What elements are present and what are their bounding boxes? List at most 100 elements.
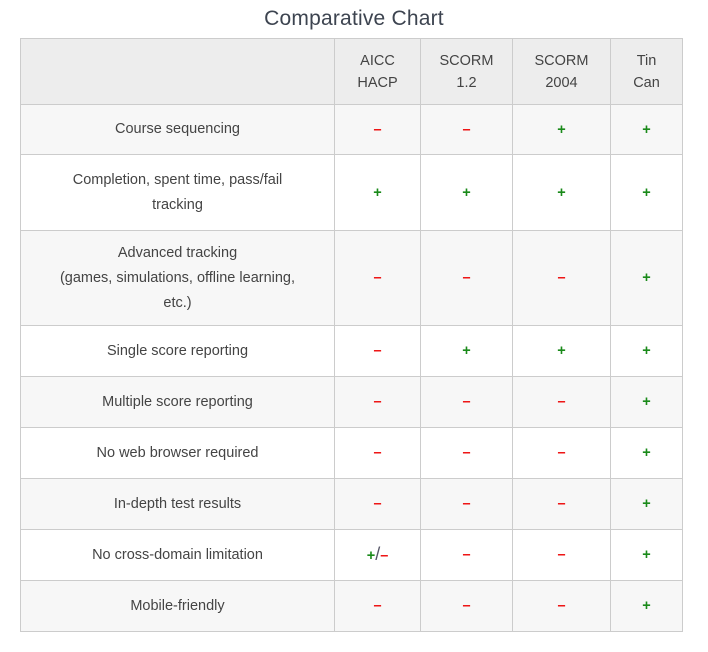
comparison-table-container: AICC HACP SCORM 1.2 SCORM 2004 Tin Can Cours…: [20, 38, 683, 632]
support-cell-scorm-2004: –: [512, 376, 611, 428]
supported-icon: +: [642, 445, 651, 461]
unsupported-icon: –: [373, 270, 382, 286]
unsupported-icon: –: [373, 598, 382, 614]
unsupported-icon: –: [462, 270, 471, 286]
support-cell-scorm-12: +: [420, 154, 513, 231]
support-cell-aicc-hacp: +/–: [334, 529, 421, 581]
table-row: Mobile-friendly – – – +: [20, 580, 683, 632]
support-cell-scorm-12: –: [420, 427, 513, 479]
support-cell-scorm-2004: +: [512, 325, 611, 377]
page-title: Comparative Chart: [264, 7, 444, 30]
support-cell-scorm-2004: –: [512, 230, 611, 326]
comparative-chart-page: Comparative Chart AICC HACP SCORM 1.2 SCOR…: [0, 0, 708, 652]
supported-icon: +: [642, 184, 651, 201]
support-cell-tin-can: +: [610, 478, 683, 530]
feature-label-cell: Completion, spent time, pass/fail trackin…: [20, 154, 335, 231]
table-row: Single score reporting – + + +: [20, 325, 683, 377]
feature-label-cell: In-depth test results: [20, 478, 335, 530]
support-cell-scorm-12: –: [420, 104, 513, 155]
unsupported-icon: –: [462, 496, 471, 512]
header-cell-aicc-hacp: AICC HACP: [334, 38, 421, 105]
unsupported-icon: –: [373, 394, 382, 410]
support-cell-scorm-12: –: [420, 230, 513, 326]
table-header-row: AICC HACP SCORM 1.2 SCORM 2004 Tin Can: [20, 38, 683, 105]
supported-icon: +: [642, 270, 651, 286]
feature-label-cell: No cross-domain limitation: [20, 529, 335, 581]
support-cell-aicc-hacp: –: [334, 580, 421, 632]
support-cell-tin-can: +: [610, 580, 683, 632]
unsupported-icon: –: [373, 343, 382, 359]
table-row: No web browser required – – – +: [20, 427, 683, 479]
unsupported-icon: –: [462, 394, 471, 410]
support-cell-tin-can: +: [610, 154, 683, 231]
support-cell-scorm-12: +: [420, 325, 513, 377]
table-row: Course sequencing – – + +: [20, 104, 683, 155]
unsupported-icon: –: [373, 445, 382, 461]
unsupported-icon: –: [462, 598, 471, 614]
unsupported-icon: –: [557, 445, 566, 461]
support-cell-scorm-2004: +: [512, 154, 611, 231]
supported-icon: +: [557, 343, 566, 359]
support-cell-scorm-12: –: [420, 478, 513, 530]
unsupported-icon: –: [462, 547, 471, 563]
feature-label-cell: No web browser required: [20, 427, 335, 479]
unsupported-icon: –: [557, 496, 566, 512]
unsupported-icon: –: [462, 121, 471, 138]
feature-label-cell: Course sequencing: [20, 104, 335, 155]
support-cell-tin-can: +: [610, 427, 683, 479]
feature-label-cell: Mobile-friendly: [20, 580, 335, 632]
supported-icon: +: [642, 598, 651, 614]
feature-label-cell: Advanced tracking (games, simulations, of…: [20, 230, 335, 326]
supported-icon: +: [642, 394, 651, 410]
support-cell-tin-can: +: [610, 376, 683, 428]
unsupported-icon: –: [373, 121, 382, 138]
support-cell-scorm-12: –: [420, 376, 513, 428]
supported-icon: +: [366, 548, 376, 564]
support-cell-scorm-2004: +: [512, 104, 611, 155]
support-cell-scorm-2004: –: [512, 529, 611, 581]
supported-icon: +: [462, 184, 471, 201]
supported-icon: +: [557, 121, 566, 138]
table-row: No cross-domain limitation +/– – – +: [20, 529, 683, 581]
support-cell-scorm-12: –: [420, 580, 513, 632]
unsupported-icon: –: [557, 598, 566, 614]
support-cell-aicc-hacp: –: [334, 376, 421, 428]
feature-label-cell: Single score reporting: [20, 325, 335, 377]
header-cell-tin-can: Tin Can: [610, 38, 683, 105]
support-cell-scorm-2004: –: [512, 580, 611, 632]
support-cell-aicc-hacp: –: [334, 325, 421, 377]
supported-icon: +: [642, 121, 651, 138]
table-row: Multiple score reporting – – – +: [20, 376, 683, 428]
support-cell-aicc-hacp: –: [334, 104, 421, 155]
support-cell-tin-can: +: [610, 325, 683, 377]
table-row: Completion, spent time, pass/fail trackin…: [20, 154, 683, 231]
header-cell-feature: [20, 38, 335, 105]
support-cell-tin-can: +: [610, 230, 683, 326]
table-body: Course sequencing – – + + Completion, spent t…: [20, 104, 683, 632]
header-cell-scorm-2004: SCORM 2004: [512, 38, 611, 105]
supported-icon: +: [642, 343, 651, 359]
support-cell-tin-can: +: [610, 529, 683, 581]
feature-label-cell: Multiple score reporting: [20, 376, 335, 428]
unsupported-icon: –: [557, 547, 566, 563]
supported-icon: +: [373, 184, 382, 201]
unsupported-icon: –: [557, 270, 566, 286]
supported-icon: +: [642, 547, 651, 563]
support-cell-aicc-hacp: +: [334, 154, 421, 231]
support-cell-tin-can: +: [610, 104, 683, 155]
unsupported-icon: –: [462, 445, 471, 461]
supported-icon: +: [557, 184, 566, 201]
header-cell-scorm-12: SCORM 1.2: [420, 38, 513, 105]
table-row: Advanced tracking (games, simulations, of…: [20, 230, 683, 326]
support-cell-scorm-12: –: [420, 529, 513, 581]
unsupported-icon: –: [380, 548, 389, 564]
table-row: In-depth test results – – – +: [20, 478, 683, 530]
unsupported-icon: –: [373, 496, 382, 512]
table-header: AICC HACP SCORM 1.2 SCORM 2004 Tin Can: [20, 38, 683, 105]
supported-icon: +: [642, 496, 651, 512]
support-cell-scorm-2004: –: [512, 478, 611, 530]
supported-icon: +: [462, 343, 471, 359]
support-cell-scorm-2004: –: [512, 427, 611, 479]
comparison-table: AICC HACP SCORM 1.2 SCORM 2004 Tin Can Cours…: [20, 38, 683, 632]
unsupported-icon: –: [557, 394, 566, 410]
